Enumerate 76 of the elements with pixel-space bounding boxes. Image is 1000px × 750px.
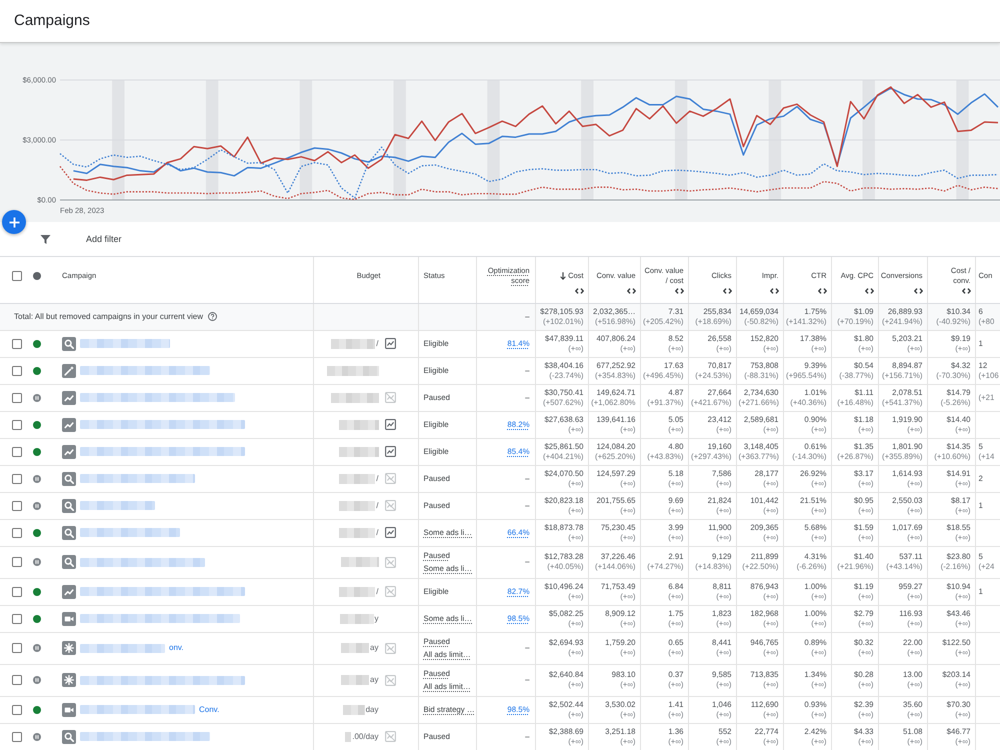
sort-arrow-icon[interactable] [560, 272, 566, 280]
checkbox[interactable] [12, 420, 22, 430]
checkbox[interactable] [12, 392, 22, 402]
asterisk-icon [62, 641, 76, 655]
filter-icon[interactable] [40, 234, 51, 244]
chevrons-icon[interactable] [914, 288, 922, 294]
blurred-text [342, 704, 365, 714]
checkbox[interactable] [12, 732, 22, 742]
line-chart-icon[interactable] [384, 338, 396, 349]
blurred-text [330, 392, 378, 402]
search-icon [62, 526, 76, 540]
budget-text: ay [370, 643, 378, 653]
checkbox[interactable] [12, 270, 22, 280]
budget-text: / [376, 528, 378, 538]
campaign-name[interactable]: Conv. [199, 704, 220, 714]
search-icon [62, 472, 76, 486]
checkbox[interactable] [12, 614, 22, 624]
help-icon[interactable] [208, 312, 217, 321]
line-chart-icon[interactable] [384, 446, 396, 457]
search-icon [62, 730, 76, 744]
blurred-text [326, 366, 378, 376]
checkbox[interactable] [12, 557, 22, 567]
chevrons-icon[interactable] [626, 288, 636, 294]
search-icon [62, 336, 76, 350]
asterisk-icon [62, 673, 76, 687]
campaign-name[interactable]: onv. [169, 643, 184, 653]
budget-text: / [376, 474, 378, 484]
chevrons-icon[interactable] [818, 288, 826, 294]
blurred-text [338, 446, 378, 456]
budget-text: / [376, 338, 378, 348]
checkbox[interactable] [12, 474, 22, 484]
chevrons-icon[interactable] [770, 288, 778, 294]
line-chart-icon[interactable] [384, 419, 396, 430]
chevrons-icon[interactable] [722, 288, 732, 294]
budget-text: / [376, 586, 378, 596]
checkbox[interactable] [12, 586, 22, 596]
checkbox[interactable] [12, 528, 22, 538]
chevrons-icon[interactable] [864, 288, 874, 294]
search-icon [62, 498, 76, 512]
blurred-text [341, 643, 370, 653]
checkbox[interactable] [12, 500, 22, 510]
blurred-text [340, 614, 374, 624]
totals-label: Total: All but removed campaigns in your current view [14, 312, 203, 322]
add-button[interactable] [2, 210, 26, 234]
add-filter-button[interactable]: Add filter [86, 234, 122, 244]
blurred-text [331, 338, 376, 348]
budget-text: .00/day [352, 732, 378, 742]
blurred-text [339, 474, 376, 484]
chevrons-icon[interactable] [674, 288, 684, 294]
video-camera-icon [62, 702, 76, 716]
blurred-text [339, 500, 376, 510]
dot-icon [33, 272, 41, 280]
blurred-text [341, 675, 370, 685]
budget-text: y [374, 614, 378, 624]
checkbox[interactable] [12, 446, 22, 456]
video-camera-icon [62, 612, 76, 626]
chevrons-icon[interactable] [962, 288, 970, 294]
budget-text: day [366, 704, 378, 714]
budget-text: ay [370, 675, 378, 685]
chevrons-icon[interactable] [574, 288, 584, 294]
checkbox[interactable] [12, 338, 22, 348]
blurred-text [345, 732, 352, 742]
checkbox[interactable] [12, 643, 22, 653]
plus-icon [8, 216, 20, 228]
checkbox[interactable] [12, 675, 22, 685]
budget-text: / [376, 500, 378, 510]
line-chart-icon[interactable] [384, 527, 396, 538]
checkbox[interactable] [12, 704, 22, 714]
blurred-text [339, 586, 376, 596]
page-title: Campaigns [14, 12, 90, 30]
blurred-text [338, 420, 378, 430]
blurred-text [340, 557, 378, 567]
blurred-text [339, 528, 376, 538]
wand-icon [62, 364, 76, 378]
checkbox[interactable] [12, 366, 22, 376]
search-icon [62, 555, 76, 569]
